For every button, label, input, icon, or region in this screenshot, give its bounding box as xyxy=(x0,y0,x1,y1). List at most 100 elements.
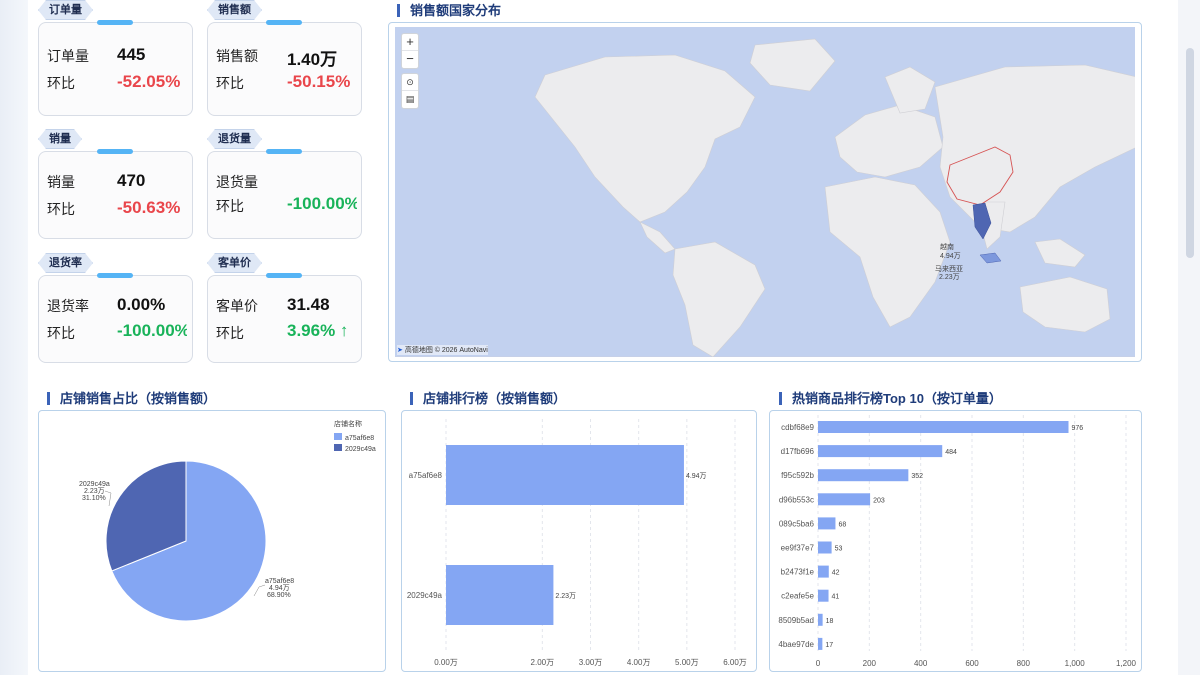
bar-4bae97de[interactable] xyxy=(818,637,823,650)
x-tick-label: 800 xyxy=(1017,659,1031,668)
kpi-value-return-rate: 0.00% xyxy=(117,295,166,314)
kpi-mom-sales: -50.15% xyxy=(287,72,351,91)
land-asia xyxy=(934,64,1135,233)
x-tick-label: 2.00万 xyxy=(531,658,555,667)
kpi-mom-label: 环比 xyxy=(47,75,75,91)
pie-chart: 店铺名称 a75af6e8 2029c49a 2029c49a 2.23万 31… xyxy=(79,419,376,622)
x-tick-label: 6.00万 xyxy=(723,658,747,667)
store-rank-chart: 0.00万 2.00万 3.00万 4.00万 5.00万 6.00万 a75af6e8 4.… xyxy=(407,419,747,667)
land-africa xyxy=(824,176,951,328)
pie-label-pct: 68.90% xyxy=(267,592,291,599)
kpi-tag-orders: 订单量 xyxy=(38,0,93,20)
x-tick-label: 0.00万 xyxy=(434,658,458,667)
kpi-mom-label: 环比 xyxy=(47,201,75,217)
kpi-value-volume: 470 xyxy=(117,171,146,190)
kpi-mom-return-rate: -100.00% xyxy=(117,321,187,340)
y-tick-label: b2473f1e xyxy=(781,568,815,577)
kpi-mom-orders: -52.05% xyxy=(117,72,181,91)
x-tick-label: 4.00万 xyxy=(627,658,651,667)
y-tick-label: f95c592b xyxy=(781,471,814,480)
map-title: 销售额国家分布 xyxy=(397,4,501,17)
bar-2029c49a[interactable] xyxy=(446,565,554,625)
amap-logo-icon: ➤ xyxy=(397,347,403,354)
kpi-mom-aov-value: 3.96% xyxy=(287,321,336,340)
arrow-up-icon: ↑ xyxy=(335,321,349,340)
land-south-america xyxy=(672,241,766,357)
kpi-mom-label: 环比 xyxy=(47,325,75,341)
bar-a75af6e8[interactable] xyxy=(446,445,684,505)
bar-value-label: 18 xyxy=(826,618,834,625)
x-tick-label: 3.00万 xyxy=(579,658,603,667)
bar-d17fb696[interactable] xyxy=(818,445,943,458)
land-scandinavia xyxy=(884,66,936,114)
pie-label-value: 4.94万 xyxy=(269,584,290,592)
bar-value-label: 352 xyxy=(911,473,923,480)
kpi-value-orders: 445 xyxy=(117,45,146,64)
bar-089c5ba6[interactable] xyxy=(818,517,836,530)
legend-label-a75af6e8[interactable]: a75af6e8 xyxy=(345,435,374,442)
kpi-tag-aov: 客单价 xyxy=(207,253,262,273)
kpi-value-aov: 31.48 xyxy=(287,295,330,314)
scrollbar[interactable] xyxy=(1178,0,1200,675)
kpi-value-sales: 1.40万 xyxy=(287,50,338,69)
kpi-card-orders xyxy=(38,22,193,116)
top-products-panel: 0 200 400 600 800 1,000 1,200 cdbf68e9 976 d17fb6… xyxy=(769,410,1142,672)
bar-d96b553c[interactable] xyxy=(818,493,871,506)
world-map-svg: 越南 4.94万 马来西亚 2.23万 xyxy=(395,38,1135,357)
world-map[interactable]: 越南 4.94万 马来西亚 2.23万 xyxy=(395,27,1135,357)
x-tick-label: 0 xyxy=(816,659,821,668)
store-rank-panel: 0.00万 2.00万 3.00万 4.00万 5.00万 6.00万 a75af6e8 4.… xyxy=(401,410,757,672)
kpi-tag-returns: 退货量 xyxy=(207,129,262,149)
kpi-card-aov xyxy=(207,275,362,363)
bar-value-label: 68 xyxy=(838,521,846,528)
kpi-mom-label: 环比 xyxy=(216,198,244,214)
map-panel: 越南 4.94万 马来西亚 2.23万 + − ⊙ ▤ ➤ 高德地图 © 202… xyxy=(388,22,1142,362)
kpi-card-return-rate xyxy=(38,275,193,363)
land-europe xyxy=(834,104,944,178)
bar-value-label: 976 xyxy=(1072,425,1084,432)
kpi-card-sales xyxy=(207,22,362,116)
pie-title: 店铺销售占比（按销售额） xyxy=(47,392,216,405)
bar-cdbf68e9[interactable] xyxy=(818,421,1069,433)
zoom-out-button[interactable]: − xyxy=(402,51,418,68)
x-tick-label: 1,000 xyxy=(1065,659,1086,668)
kpi-mom-returns: -100.00% xyxy=(287,194,357,213)
pie-label-pct: 31.10% xyxy=(82,495,106,502)
legend-label-2029c49a[interactable]: 2029c49a xyxy=(345,446,376,453)
bar-b2473f1e[interactable] xyxy=(818,565,829,578)
y-tick-label: 089c5ba6 xyxy=(779,519,815,528)
y-tick-label: 2029c49a xyxy=(407,591,443,600)
kpi-accent-bar xyxy=(266,20,302,25)
top-products-chart: 0 200 400 600 800 1,000 1,200 cdbf68e9 976 d17fb6… xyxy=(778,415,1137,668)
kpi-mom-volume: -50.63% xyxy=(117,198,181,217)
bar-value-label: 4.94万 xyxy=(686,472,707,480)
kpi-label-volume: 销量 xyxy=(47,174,75,190)
pie-label-value: 2.23万 xyxy=(84,487,105,495)
legend-swatch-2029c49a xyxy=(334,444,342,451)
kpi-mom-label: 环比 xyxy=(216,75,244,91)
kpi-accent-bar xyxy=(97,149,133,154)
kpi-accent-bar xyxy=(266,149,302,154)
zoom-in-button[interactable]: + xyxy=(402,34,418,51)
compass-icon[interactable]: ⊙ xyxy=(402,74,418,91)
x-tick-label: 600 xyxy=(965,659,979,668)
y-tick-label: a75af6e8 xyxy=(409,471,443,480)
scrollbar-thumb[interactable] xyxy=(1186,48,1194,258)
pie-legend-title: 店铺名称 xyxy=(334,419,362,428)
land-australia xyxy=(1019,276,1111,333)
bar-c2eafe5e[interactable] xyxy=(818,589,829,602)
bar-8509b5ad[interactable] xyxy=(818,613,823,626)
map-label-vietnam: 越南 xyxy=(940,242,954,251)
bar-f95c592b[interactable] xyxy=(818,469,909,482)
kpi-label-returns: 退货量 xyxy=(216,174,258,190)
layers-icon[interactable]: ▤ xyxy=(402,91,418,108)
bar-ee9f37e7[interactable] xyxy=(818,541,832,554)
map-tools: ⊙ ▤ xyxy=(401,73,419,109)
bar-value-label: 484 xyxy=(945,449,957,456)
kpi-label-return-rate: 退货率 xyxy=(47,298,89,314)
store-rank-title: 店铺排行榜（按销售额） xyxy=(410,392,566,405)
y-tick-label: c2eafe5e xyxy=(781,592,814,601)
x-tick-label: 1,200 xyxy=(1116,659,1137,668)
y-tick-label: d96b553c xyxy=(779,495,814,504)
malaysia-region xyxy=(979,252,1002,264)
